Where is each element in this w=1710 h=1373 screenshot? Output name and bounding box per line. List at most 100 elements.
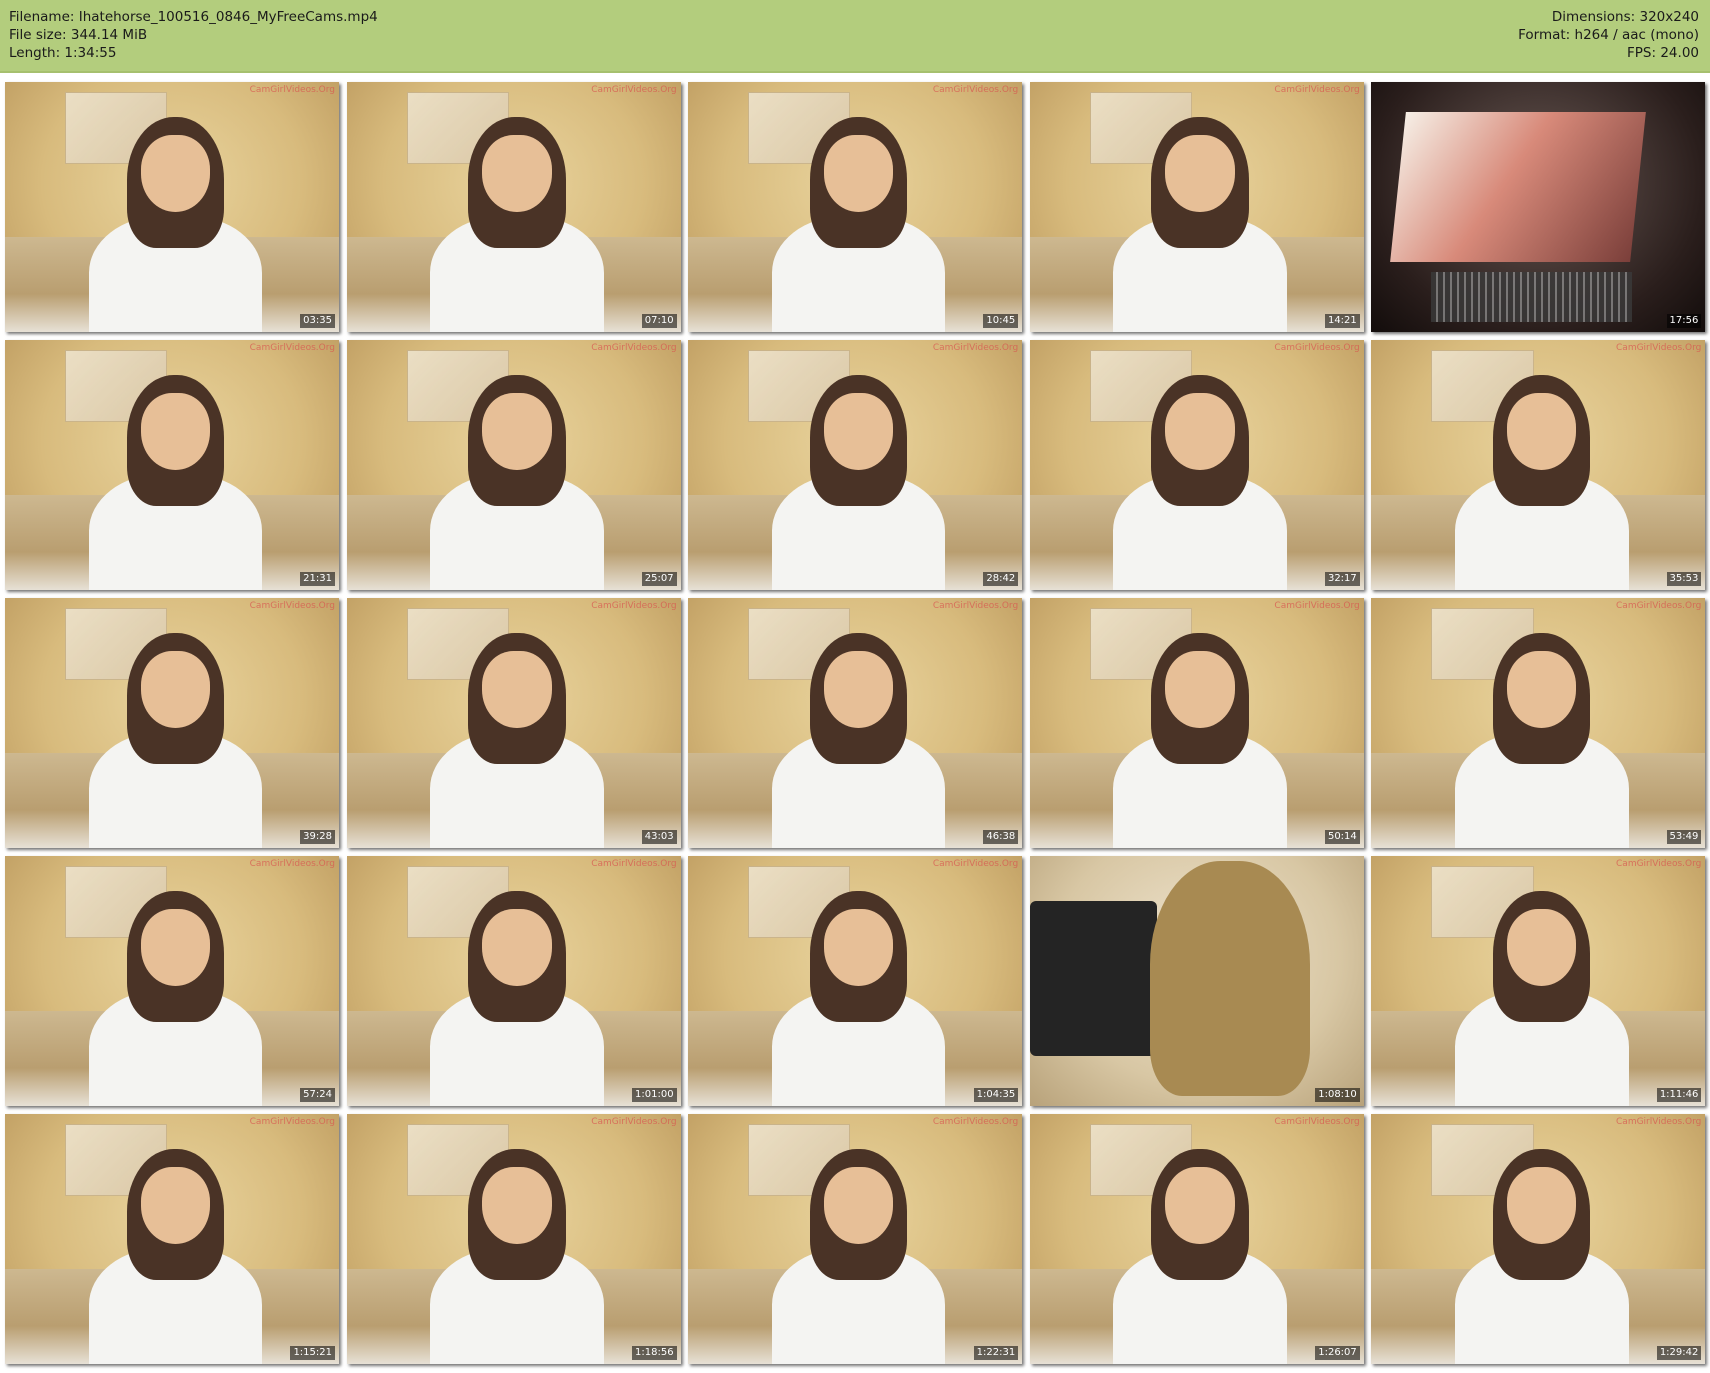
watermark-text: CamGirlVideos.Org (1274, 85, 1360, 95)
thumbnail-frame: CamGirlVideos.Org 1:18:56 (346, 1114, 681, 1364)
teddy-bear-image (1150, 861, 1311, 1096)
watermark-text: CamGirlVideos.Org (249, 859, 335, 869)
person-figure (430, 1149, 604, 1364)
thumbnail-frame: 17:56 (1371, 82, 1706, 332)
person-figure (430, 375, 604, 590)
watermark-text: CamGirlVideos.Org (591, 343, 677, 353)
timestamp-label: 1:15:21 (290, 1346, 335, 1360)
thumbnail-frame: CamGirlVideos.Org 39:28 (5, 598, 339, 848)
thumbnail-frame: CamGirlVideos.Org 35:53 (1371, 340, 1706, 590)
watermark-text: CamGirlVideos.Org (932, 859, 1019, 869)
thumbnail-frame: CamGirlVideos.Org 1:29:42 (1371, 1114, 1706, 1364)
thumbnail-frame: CamGirlVideos.Org 1:15:21 (5, 1114, 339, 1364)
timestamp-label: 1:22:31 (973, 1346, 1019, 1360)
watermark-text: CamGirlVideos.Org (591, 1117, 677, 1127)
thumbnail-frame: CamGirlVideos.Org 1:04:35 (688, 856, 1023, 1106)
watermark-text: CamGirlVideos.Org (932, 1117, 1019, 1127)
thumbnail-grid: CamGirlVideos.Org 03:35 CamGirlVideos.Org 0… (5, 82, 1706, 1364)
timestamp-label: 1:26:07 (1315, 1346, 1360, 1360)
timestamp-label: 46:38 (983, 830, 1019, 844)
person-figure (88, 1149, 263, 1364)
thumbnail-frame: CamGirlVideos.Org 25:07 (346, 340, 681, 590)
watermark-text: CamGirlVideos.Org (1274, 601, 1360, 611)
timestamp-label: 1:29:42 (1656, 1346, 1702, 1360)
timestamp-label: 17:56 (1666, 314, 1702, 328)
person-figure (771, 117, 946, 332)
timestamp-label: 1:08:10 (1315, 1088, 1360, 1102)
person-figure (88, 891, 263, 1106)
watermark-text: CamGirlVideos.Org (249, 343, 335, 353)
thumbnail-frame: CamGirlVideos.Org 1:22:31 (688, 1114, 1023, 1364)
person-figure (771, 375, 946, 590)
person-figure (1113, 1149, 1287, 1364)
thumbnail-frame: CamGirlVideos.Org 14:21 (1029, 82, 1364, 332)
thumbnail-frame: CamGirlVideos.Org 28:42 (688, 340, 1023, 590)
timestamp-label: 53:49 (1666, 830, 1702, 844)
timestamp-label: 50:14 (1324, 830, 1360, 844)
thumbnail-frame: CamGirlVideos.Org 1:11:46 (1371, 856, 1706, 1106)
person-figure (430, 891, 604, 1106)
timestamp-label: 57:24 (300, 1088, 335, 1102)
timestamp-label: 25:07 (641, 572, 677, 586)
watermark-text: CamGirlVideos.Org (591, 601, 677, 611)
length-text: Length: 1:34:55 (9, 45, 117, 61)
thumbnail-frame: CamGirlVideos.Org 43:03 (346, 598, 681, 848)
person-figure (88, 375, 263, 590)
thumbnail-frame: CamGirlVideos.Org 10:45 (688, 82, 1023, 332)
watermark-text: CamGirlVideos.Org (249, 1117, 335, 1127)
timestamp-label: 03:35 (300, 314, 335, 328)
timestamp-label: 1:11:46 (1656, 1088, 1702, 1102)
watermark-text: CamGirlVideos.Org (249, 601, 335, 611)
couch-image (1029, 901, 1157, 1056)
thumbnail-frame: CamGirlVideos.Org 03:35 (5, 82, 339, 332)
fps-text: FPS: 24.00 (1627, 45, 1699, 61)
timestamp-label: 39:28 (300, 830, 335, 844)
thumbnail-frame: CamGirlVideos.Org 57:24 (5, 856, 339, 1106)
format-text: Format: h264 / aac (mono) (1518, 27, 1699, 43)
thumbnail-frame: 1:08:10 (1029, 856, 1364, 1106)
thumbnail-frame: CamGirlVideos.Org 1:26:07 (1029, 1114, 1364, 1364)
watermark-text: CamGirlVideos.Org (1274, 343, 1360, 353)
person-figure (1454, 375, 1629, 590)
person-figure (1113, 117, 1287, 332)
person-figure (1454, 891, 1629, 1106)
timestamp-label: 10:45 (983, 314, 1019, 328)
video-info-header: Filename: Ihatehorse_100516_0846_MyFreeC… (0, 0, 1710, 73)
thumbnail-frame: CamGirlVideos.Org 1:01:00 (346, 856, 681, 1106)
thumbnail-frame: CamGirlVideos.Org 50:14 (1029, 598, 1364, 848)
person-figure (771, 1149, 946, 1364)
timestamp-label: 35:53 (1666, 572, 1702, 586)
header-right-info: Dimensions: 320x240 Format: h264 / aac (… (1518, 8, 1699, 62)
thumbnail-frame: CamGirlVideos.Org 07:10 (346, 82, 681, 332)
timestamp-label: 1:01:00 (632, 1088, 677, 1102)
dimensions-text: Dimensions: 320x240 (1551, 9, 1699, 25)
thumbnail-frame: CamGirlVideos.Org 53:49 (1371, 598, 1706, 848)
person-figure (771, 633, 946, 848)
timestamp-label: 43:03 (641, 830, 677, 844)
laptop-screen-image (1390, 112, 1647, 262)
person-figure (1454, 1149, 1629, 1364)
watermark-text: CamGirlVideos.Org (1616, 601, 1702, 611)
header-left-info: Filename: Ihatehorse_100516_0846_MyFreeC… (9, 8, 378, 62)
person-figure (88, 117, 263, 332)
watermark-text: CamGirlVideos.Org (591, 859, 677, 869)
watermark-text: CamGirlVideos.Org (1616, 1117, 1702, 1127)
watermark-text: CamGirlVideos.Org (932, 601, 1019, 611)
thumbnail-frame: CamGirlVideos.Org 46:38 (688, 598, 1023, 848)
watermark-text: CamGirlVideos.Org (1274, 1117, 1360, 1127)
person-figure (1113, 633, 1287, 848)
timestamp-label: 32:17 (1324, 572, 1360, 586)
person-figure (430, 117, 604, 332)
watermark-text: CamGirlVideos.Org (1616, 343, 1702, 353)
thumbnail-frame: CamGirlVideos.Org 32:17 (1029, 340, 1364, 590)
person-figure (1113, 375, 1287, 590)
watermark-text: CamGirlVideos.Org (249, 85, 335, 95)
keyboard-image (1431, 272, 1632, 322)
person-figure (88, 633, 263, 848)
person-figure (430, 633, 604, 848)
timestamp-label: 07:10 (641, 314, 677, 328)
filename-text: Filename: Ihatehorse_100516_0846_MyFreeC… (9, 9, 378, 25)
timestamp-label: 14:21 (1324, 314, 1360, 328)
timestamp-label: 1:04:35 (973, 1088, 1019, 1102)
timestamp-label: 21:31 (300, 572, 335, 586)
